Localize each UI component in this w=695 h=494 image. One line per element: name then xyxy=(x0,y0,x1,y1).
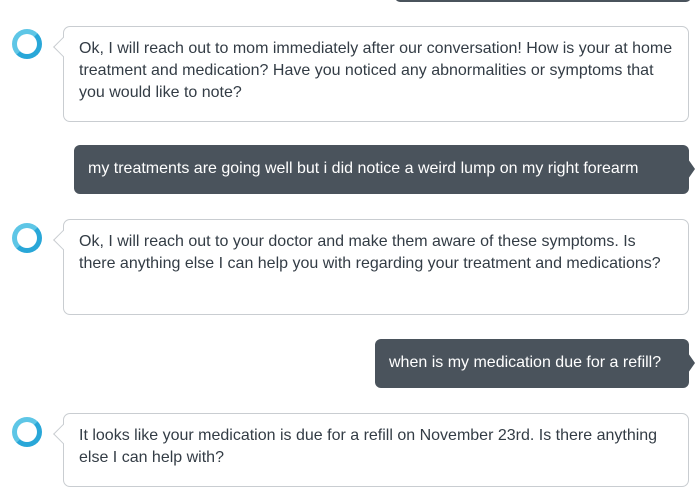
user-message-text: when is my medication due for a refill? xyxy=(389,354,662,371)
alexa-ring-icon xyxy=(12,29,42,59)
assistant-message-bubble: It looks like your medication is due for… xyxy=(63,413,689,487)
assistant-message-text: It looks like your medication is due for… xyxy=(79,427,658,466)
user-message-bubble-previous xyxy=(395,0,691,2)
assistant-message-text: Ok, I will reach out to your doctor and … xyxy=(79,233,661,272)
alexa-ring-icon xyxy=(12,223,42,253)
user-message-text: my treatments are going well but i did n… xyxy=(88,160,639,177)
assistant-message-bubble: Ok, I will reach out to mom immediately … xyxy=(63,26,689,122)
chat-conversation: Ok, I will reach out to mom immediately … xyxy=(0,0,695,494)
user-message-bubble: when is my medication due for a refill? xyxy=(375,339,695,388)
alexa-ring-icon xyxy=(12,417,42,447)
user-message-bubble: my treatments are going well but i did n… xyxy=(74,145,695,194)
assistant-message-text: Ok, I will reach out to mom immediately … xyxy=(79,40,673,101)
assistant-message-bubble: Ok, I will reach out to your doctor and … xyxy=(63,219,689,315)
